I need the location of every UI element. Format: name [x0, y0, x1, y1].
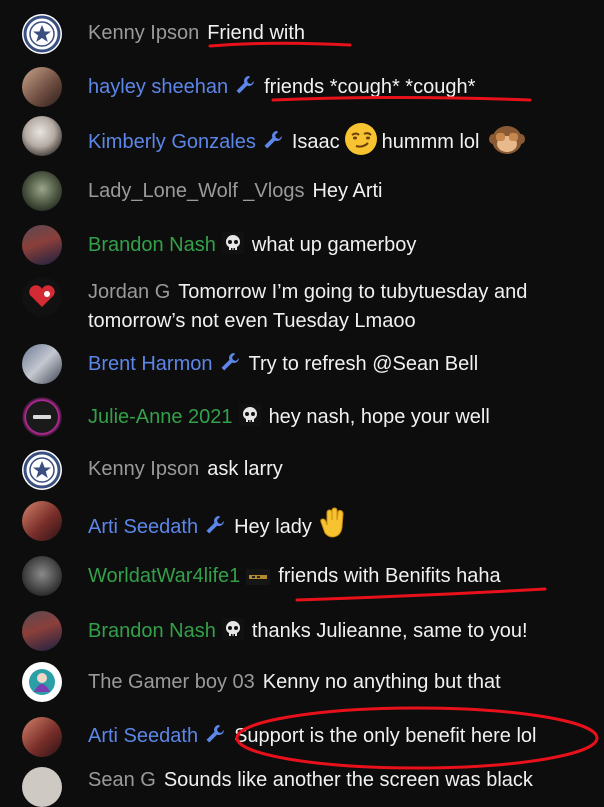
author-name[interactable]: Sean G	[88, 769, 156, 791]
avatar[interactable]	[22, 717, 62, 757]
channel-logo-icon	[33, 415, 51, 419]
chat-message: Brandon Nash what up gamerboy	[0, 225, 604, 265]
message-text: Hey Arti	[312, 180, 383, 202]
message-text: Friend with	[207, 22, 306, 44]
avatar[interactable]	[22, 67, 62, 107]
chat-message: Arti Seedath Support is the only benefit …	[0, 717, 604, 757]
avatar[interactable]	[22, 14, 62, 54]
chat-message: Jordan G Tomorrow I’m going to tubytuesda…	[0, 277, 604, 335]
author-name[interactable]: The Gamer boy 03	[88, 671, 255, 693]
chat-message: Arti Seedath Hey lady	[0, 501, 604, 541]
chat-message: Kenny Ipson Friend with	[0, 14, 604, 54]
anime-avatar-icon	[29, 669, 55, 695]
avatar[interactable]	[22, 171, 62, 211]
author-name[interactable]: Arti Seedath	[88, 516, 198, 538]
heart-icon	[29, 285, 55, 307]
message-text: hey nash, hope your well	[268, 406, 490, 428]
avatar[interactable]	[22, 116, 62, 156]
author-name[interactable]: Kimberly Gonzales	[88, 131, 256, 153]
message-text: Isaac	[291, 131, 340, 153]
see-no-evil-monkey-emoji	[489, 122, 526, 165]
chat-message: Kenny Ipson ask larry	[0, 450, 604, 490]
chat-message: Kimberly Gonzales Isaac hummm lol	[0, 116, 604, 156]
chat-message: WorldatWar4life1 friends with Benifits ha…	[0, 556, 604, 596]
member-badge-icon	[246, 565, 271, 594]
chat-message: hayley sheehan friends *cough* *cough*	[0, 67, 604, 107]
message-text: Sounds like another the screen was black	[163, 769, 533, 791]
message-text: thanks Julieanne, same to you!	[251, 620, 528, 642]
author-name[interactable]: Kenny Ipson	[88, 22, 199, 44]
wrench-icon	[219, 351, 241, 382]
avatar[interactable]	[22, 556, 62, 596]
author-name[interactable]: Kenny Ipson	[88, 458, 199, 480]
avatar[interactable]	[22, 450, 62, 490]
dallas-star-logo-icon	[23, 451, 61, 489]
author-name[interactable]: Brent Harmon	[88, 353, 213, 375]
avatar[interactable]	[22, 611, 62, 651]
chat-message: Lady_Lone_Wolf _Vlogs Hey Arti	[0, 171, 604, 211]
avatar[interactable]	[22, 277, 62, 317]
wrench-icon	[262, 129, 284, 160]
skull-icon	[221, 618, 244, 649]
author-name[interactable]: Arti Seedath	[88, 725, 198, 747]
live-chat-panel: Kenny Ipson Friend with hayley sheehan fri…	[0, 0, 604, 807]
wrench-icon	[234, 74, 256, 105]
message-text: hummm lol	[381, 131, 480, 153]
message-text: Hey lady	[234, 516, 312, 538]
message-text: friends *cough* *cough*	[264, 76, 476, 98]
author-name[interactable]: Brandon Nash	[88, 234, 216, 256]
chat-message: The Gamer boy 03 Kenny no anything but th…	[0, 662, 604, 702]
wrench-icon	[204, 723, 226, 754]
chat-message: Julie-Anne 2021 hey nash, hope your well	[0, 397, 604, 437]
skull-icon	[221, 232, 244, 263]
avatar[interactable]	[22, 501, 62, 541]
avatar[interactable]	[22, 344, 62, 384]
message-text: Support is the only benefit here lol	[234, 725, 537, 747]
avatar[interactable]	[22, 662, 62, 702]
chat-message: Brent Harmon Try to refresh @Sean Bell	[0, 344, 604, 384]
message-text: ask larry	[207, 458, 283, 480]
author-name[interactable]: Julie-Anne 2021	[88, 406, 233, 428]
waving-hand-emoji	[316, 507, 350, 550]
author-name[interactable]: WorldatWar4life1	[88, 565, 240, 587]
message-text: Kenny no anything but that	[262, 671, 501, 693]
chat-message: Brandon Nash thanks Julieanne, same to yo…	[0, 611, 604, 651]
author-name[interactable]: Brandon Nash	[88, 620, 216, 642]
dallas-star-logo-icon	[23, 15, 61, 53]
author-name[interactable]: Lady_Lone_Wolf _Vlogs	[88, 180, 304, 202]
author-name[interactable]: Jordan G	[88, 281, 170, 303]
avatar[interactable]	[22, 225, 62, 265]
avatar[interactable]	[22, 767, 62, 807]
smirking-face-emoji	[344, 122, 378, 165]
avatar[interactable]	[22, 397, 62, 437]
author-name[interactable]: hayley sheehan	[88, 76, 228, 98]
message-text: Try to refresh @Sean Bell	[248, 353, 479, 375]
message-text: friends with Benifits haha	[278, 565, 501, 587]
wrench-icon	[204, 514, 226, 545]
message-text: what up gamerboy	[251, 234, 417, 256]
chat-message: Sean G Sounds like another the screen was…	[0, 767, 604, 807]
skull-icon	[238, 404, 261, 435]
